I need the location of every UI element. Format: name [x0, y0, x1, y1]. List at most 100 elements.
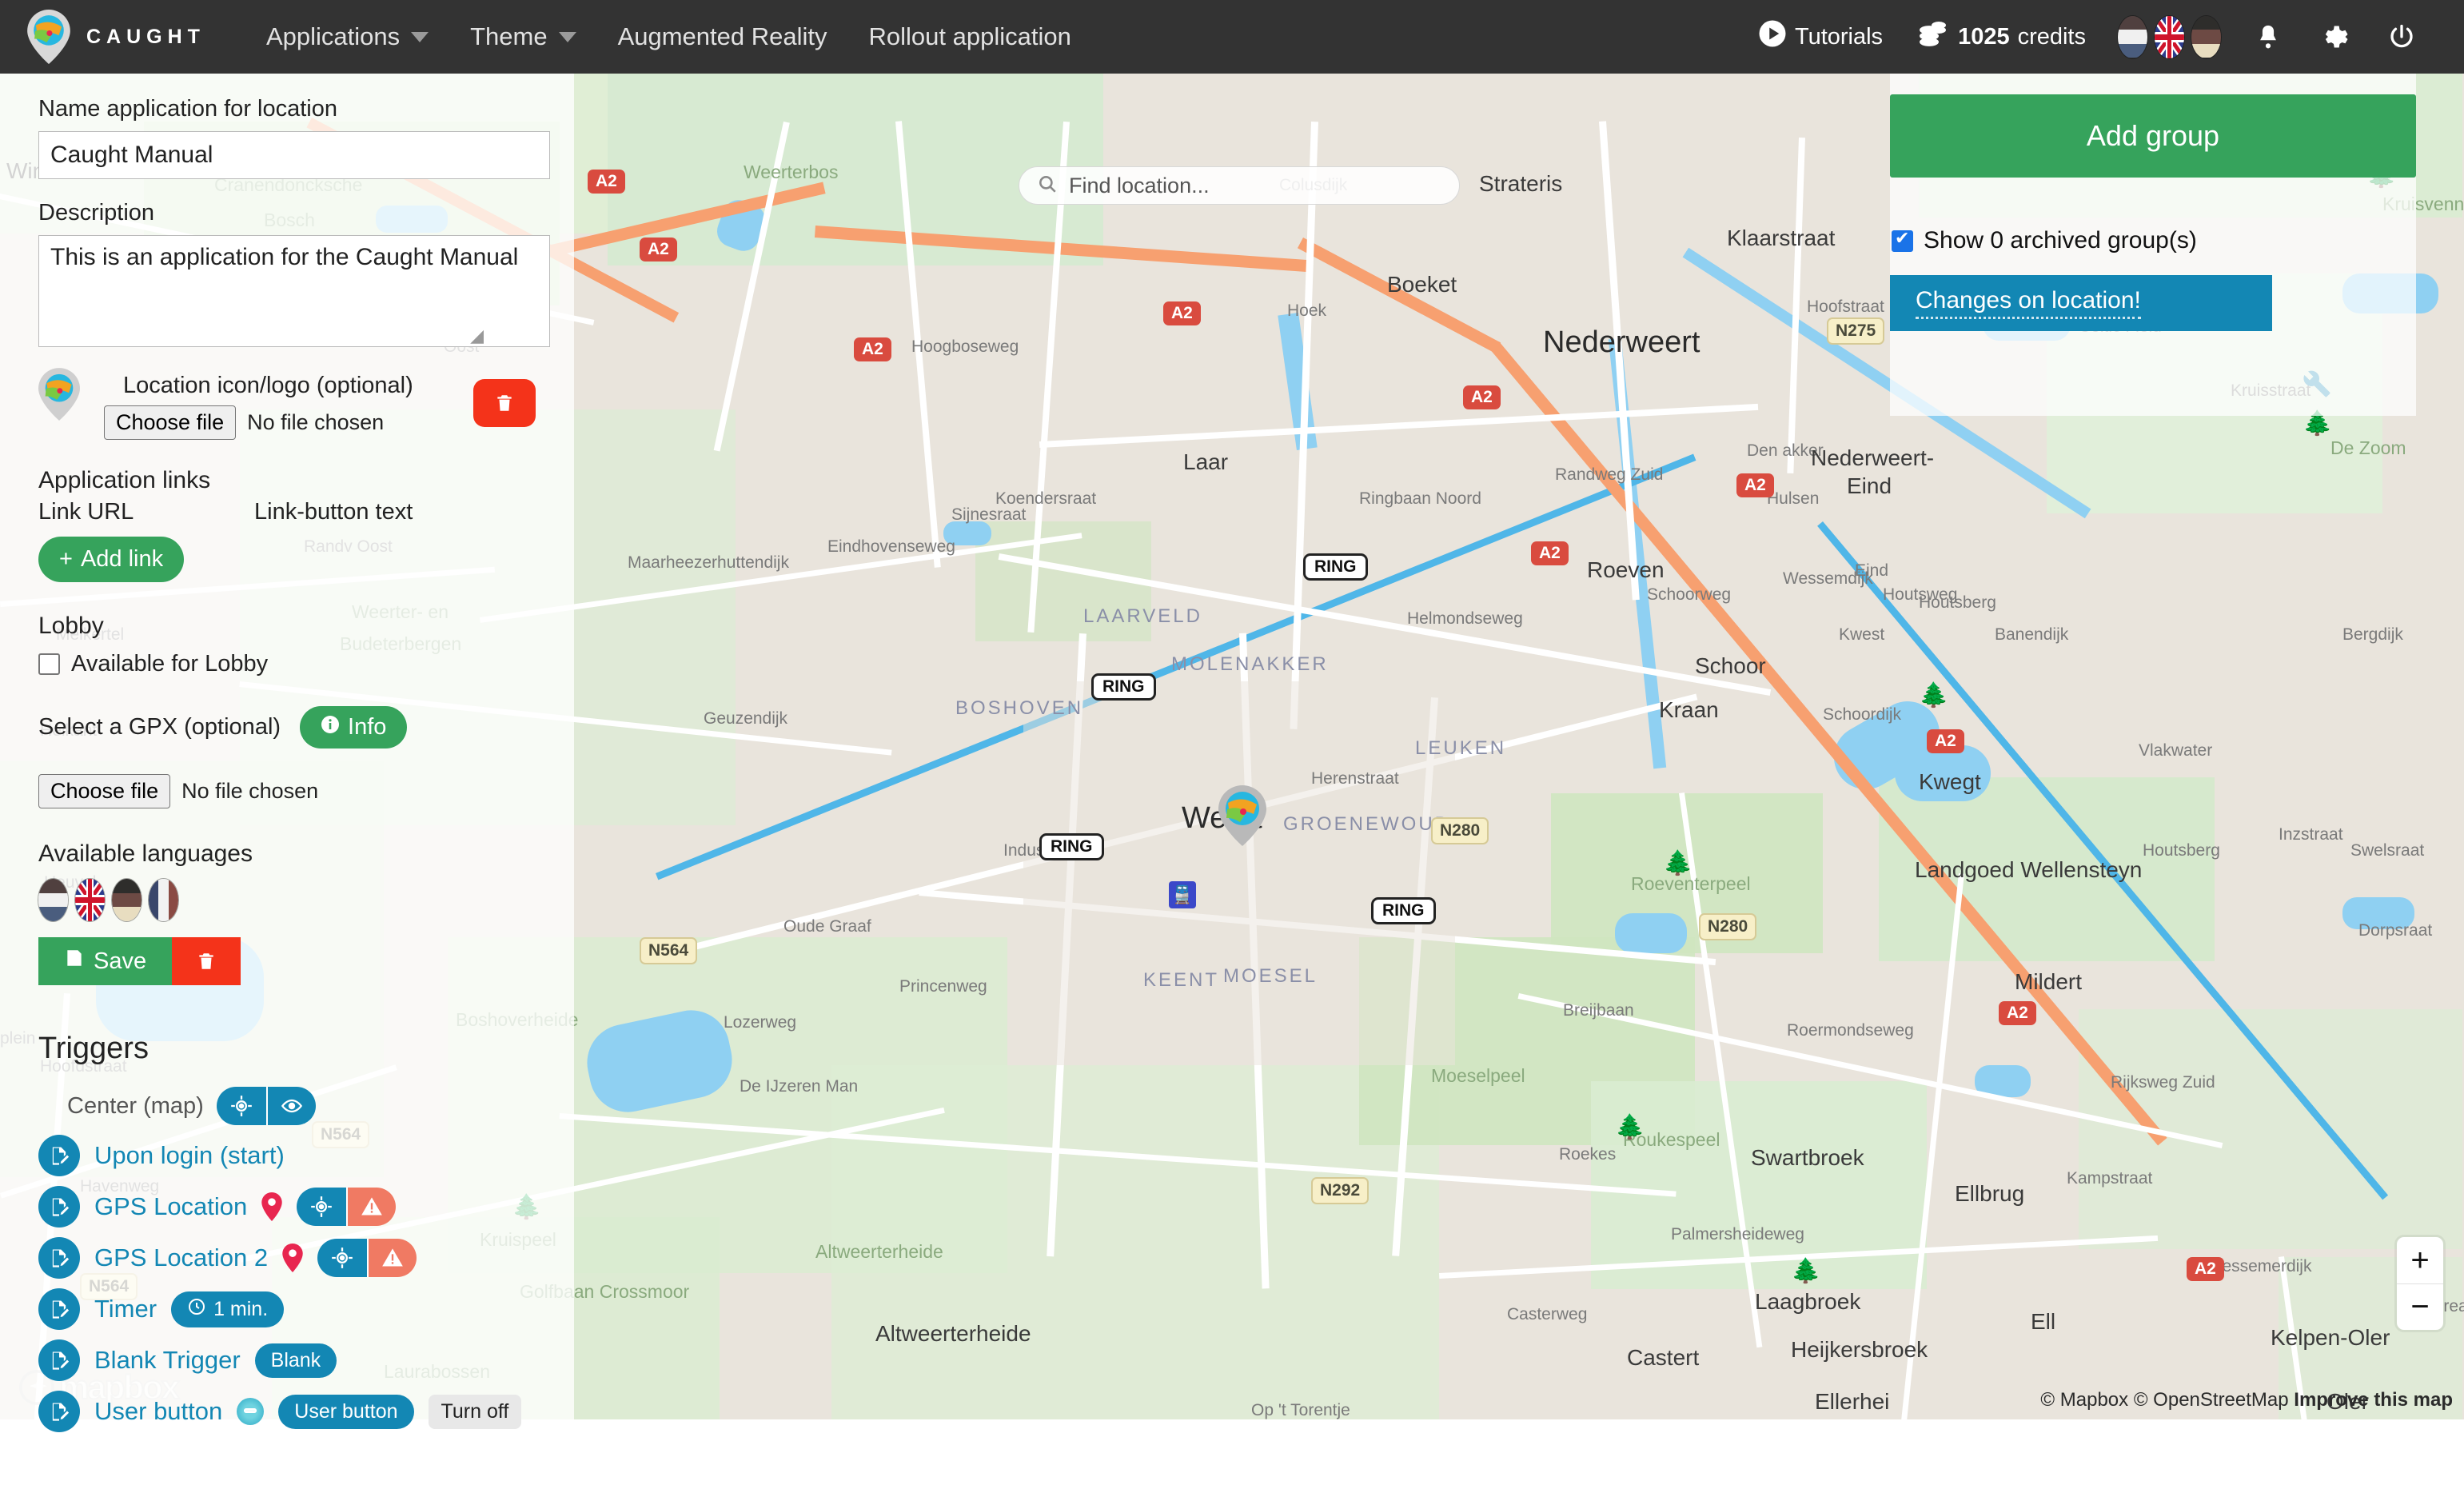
trigger-row: Blank Trigger Blank [38, 1339, 536, 1381]
delete-application-button[interactable] [172, 937, 241, 985]
application-links-title: Application links [38, 467, 536, 494]
trigger-name[interactable]: Blank Trigger [94, 1346, 241, 1375]
edit-trigger-icon[interactable] [38, 1288, 80, 1330]
trigger-name[interactable]: GPS Location [94, 1192, 247, 1221]
trigger-badge[interactable]: Blank [255, 1343, 337, 1378]
center-map-row: Center (map) [38, 1087, 536, 1125]
trigger-name[interactable]: User button [94, 1397, 222, 1426]
improve-this-map-link[interactable]: Improve this map [2294, 1389, 2453, 1411]
name-field-label: Name application for location [38, 96, 536, 122]
search-input[interactable]: Find location... [1069, 174, 1210, 198]
trigger-list: Upon login (start) GPS Location GPS Locati… [38, 1135, 536, 1432]
edit-trigger-icon[interactable] [38, 1237, 80, 1279]
save-button[interactable]: Save [38, 937, 172, 985]
nav-item-rollout-application[interactable]: Rollout application [848, 22, 1092, 51]
map-pin-icon[interactable] [282, 1244, 303, 1272]
center-map-label: Center (map) [67, 1093, 204, 1120]
edit-trigger-icon[interactable] [38, 1339, 80, 1381]
add-group-button[interactable]: Add group [1890, 94, 2416, 178]
changes-on-location-banner[interactable]: Changes on location! [1890, 275, 2272, 331]
gpx-no-file-label: No file chosen [181, 779, 318, 804]
resize-grip-icon[interactable]: ◢ [470, 325, 484, 346]
info-icon [321, 714, 340, 741]
edit-trigger-icon[interactable] [38, 1391, 80, 1432]
road-shield: N564 [640, 937, 697, 964]
road-shield: N280 [1431, 817, 1489, 844]
trigger-row: Upon login (start) [38, 1135, 536, 1176]
name-input[interactable] [38, 131, 550, 179]
target-icon[interactable] [317, 1239, 367, 1277]
info-label: Info [348, 714, 386, 741]
warning-icon[interactable] [346, 1188, 396, 1226]
nav-item-theme[interactable]: Theme [449, 22, 596, 51]
logo-choose-file-button[interactable]: Choose file [104, 405, 236, 440]
credits-label: credits [2018, 24, 2086, 50]
description-input[interactable]: This is an application for the Caught Ma… [38, 235, 550, 347]
road-shield: A2 [1531, 541, 1569, 565]
road-shield: A2 [2187, 1257, 2224, 1281]
user-button-dot-icon[interactable] [237, 1398, 264, 1425]
save-action-bar: Save [38, 937, 536, 985]
flag-de-icon[interactable] [2191, 16, 2221, 58]
triggers-title: Triggers [38, 1032, 536, 1066]
trigger-badge[interactable]: Turn off [429, 1395, 522, 1429]
center-visibility-icon[interactable] [266, 1087, 316, 1125]
lobby-checkbox[interactable] [38, 653, 60, 675]
map-search-box[interactable]: Find location... [1019, 166, 1460, 205]
location-logo-thumbnail [38, 368, 80, 421]
flag-uk-icon[interactable] [2155, 16, 2184, 58]
edit-trigger-icon[interactable] [38, 1186, 80, 1228]
tree-icon: 🌲 [1615, 1113, 1645, 1141]
nav-item-label: Augmented Reality [618, 22, 827, 51]
brand-logo-group[interactable]: CAUGHT [27, 10, 205, 64]
road-shield: N280 [1699, 913, 1756, 940]
lang-flag-nl-icon[interactable] [38, 879, 68, 921]
show-archived-checkbox[interactable] [1892, 230, 1913, 252]
credits-display[interactable]: 1025 credits [1900, 19, 2103, 54]
warning-icon[interactable] [367, 1239, 417, 1277]
delete-logo-button[interactable] [473, 379, 536, 427]
logout-button[interactable] [2368, 22, 2435, 51]
zoom-out-button[interactable]: − [2397, 1283, 2443, 1330]
nav-item-augmented-reality[interactable]: Augmented Reality [597, 22, 848, 51]
road-shield: A2 [1163, 301, 1201, 325]
plus-icon: + [59, 546, 73, 573]
gpx-info-button[interactable]: Info [300, 706, 407, 749]
lobby-checkbox-label: Available for Lobby [71, 651, 268, 677]
changes-on-location-label: Changes on location! [1916, 287, 2141, 319]
trigger-name[interactable]: GPS Location 2 [94, 1244, 268, 1272]
target-icon[interactable] [297, 1188, 346, 1226]
lang-flag-fr-icon[interactable] [149, 879, 178, 921]
gpx-choose-file-button[interactable]: Choose file [38, 774, 170, 808]
nav-item-applications[interactable]: Applications [245, 22, 449, 51]
settings-button[interactable] [2301, 22, 2368, 51]
search-icon [1037, 174, 1058, 198]
location-logo-row: Location icon/logo (optional) Choose fil… [38, 368, 536, 440]
map-attribution: © Mapbox © OpenStreetMap Improve this ma… [2040, 1389, 2453, 1411]
available-languages-flags [38, 879, 536, 921]
center-target-icon[interactable] [217, 1087, 266, 1125]
lang-flag-de-icon[interactable] [112, 879, 142, 921]
chevron-down-icon [559, 32, 576, 42]
map-zoom-controls[interactable]: + − [2397, 1237, 2443, 1330]
trigger-badge-label: Turn off [441, 1400, 509, 1423]
location-marker-pin[interactable] [1218, 785, 1266, 846]
trigger-name[interactable]: Upon login (start) [94, 1141, 285, 1170]
road-shield: A2 [1927, 729, 1964, 753]
triggers-section: Triggers Center (map) Upon login [38, 1032, 536, 1432]
zoom-in-button[interactable]: + [2397, 1237, 2443, 1283]
caught-logo-icon [27, 10, 70, 64]
add-link-button[interactable]: + Add link [38, 537, 184, 582]
trigger-name[interactable]: Timer [94, 1295, 157, 1323]
trigger-badge[interactable]: 1 min. [171, 1291, 284, 1327]
location-settings-panel: Name application for location Descriptio… [0, 74, 574, 1505]
trigger-badge[interactable]: User button [278, 1395, 413, 1429]
edit-trigger-icon[interactable] [38, 1135, 80, 1176]
road-shield: A2 [640, 238, 677, 261]
tutorials-button[interactable]: Tutorials [1740, 19, 1900, 54]
transit-station-icon: 🚆 [1169, 881, 1196, 908]
lang-flag-uk-icon[interactable] [75, 879, 105, 921]
flag-nl-icon[interactable] [2118, 16, 2147, 58]
notifications-button[interactable] [2235, 22, 2301, 52]
map-pin-icon[interactable] [261, 1192, 282, 1221]
